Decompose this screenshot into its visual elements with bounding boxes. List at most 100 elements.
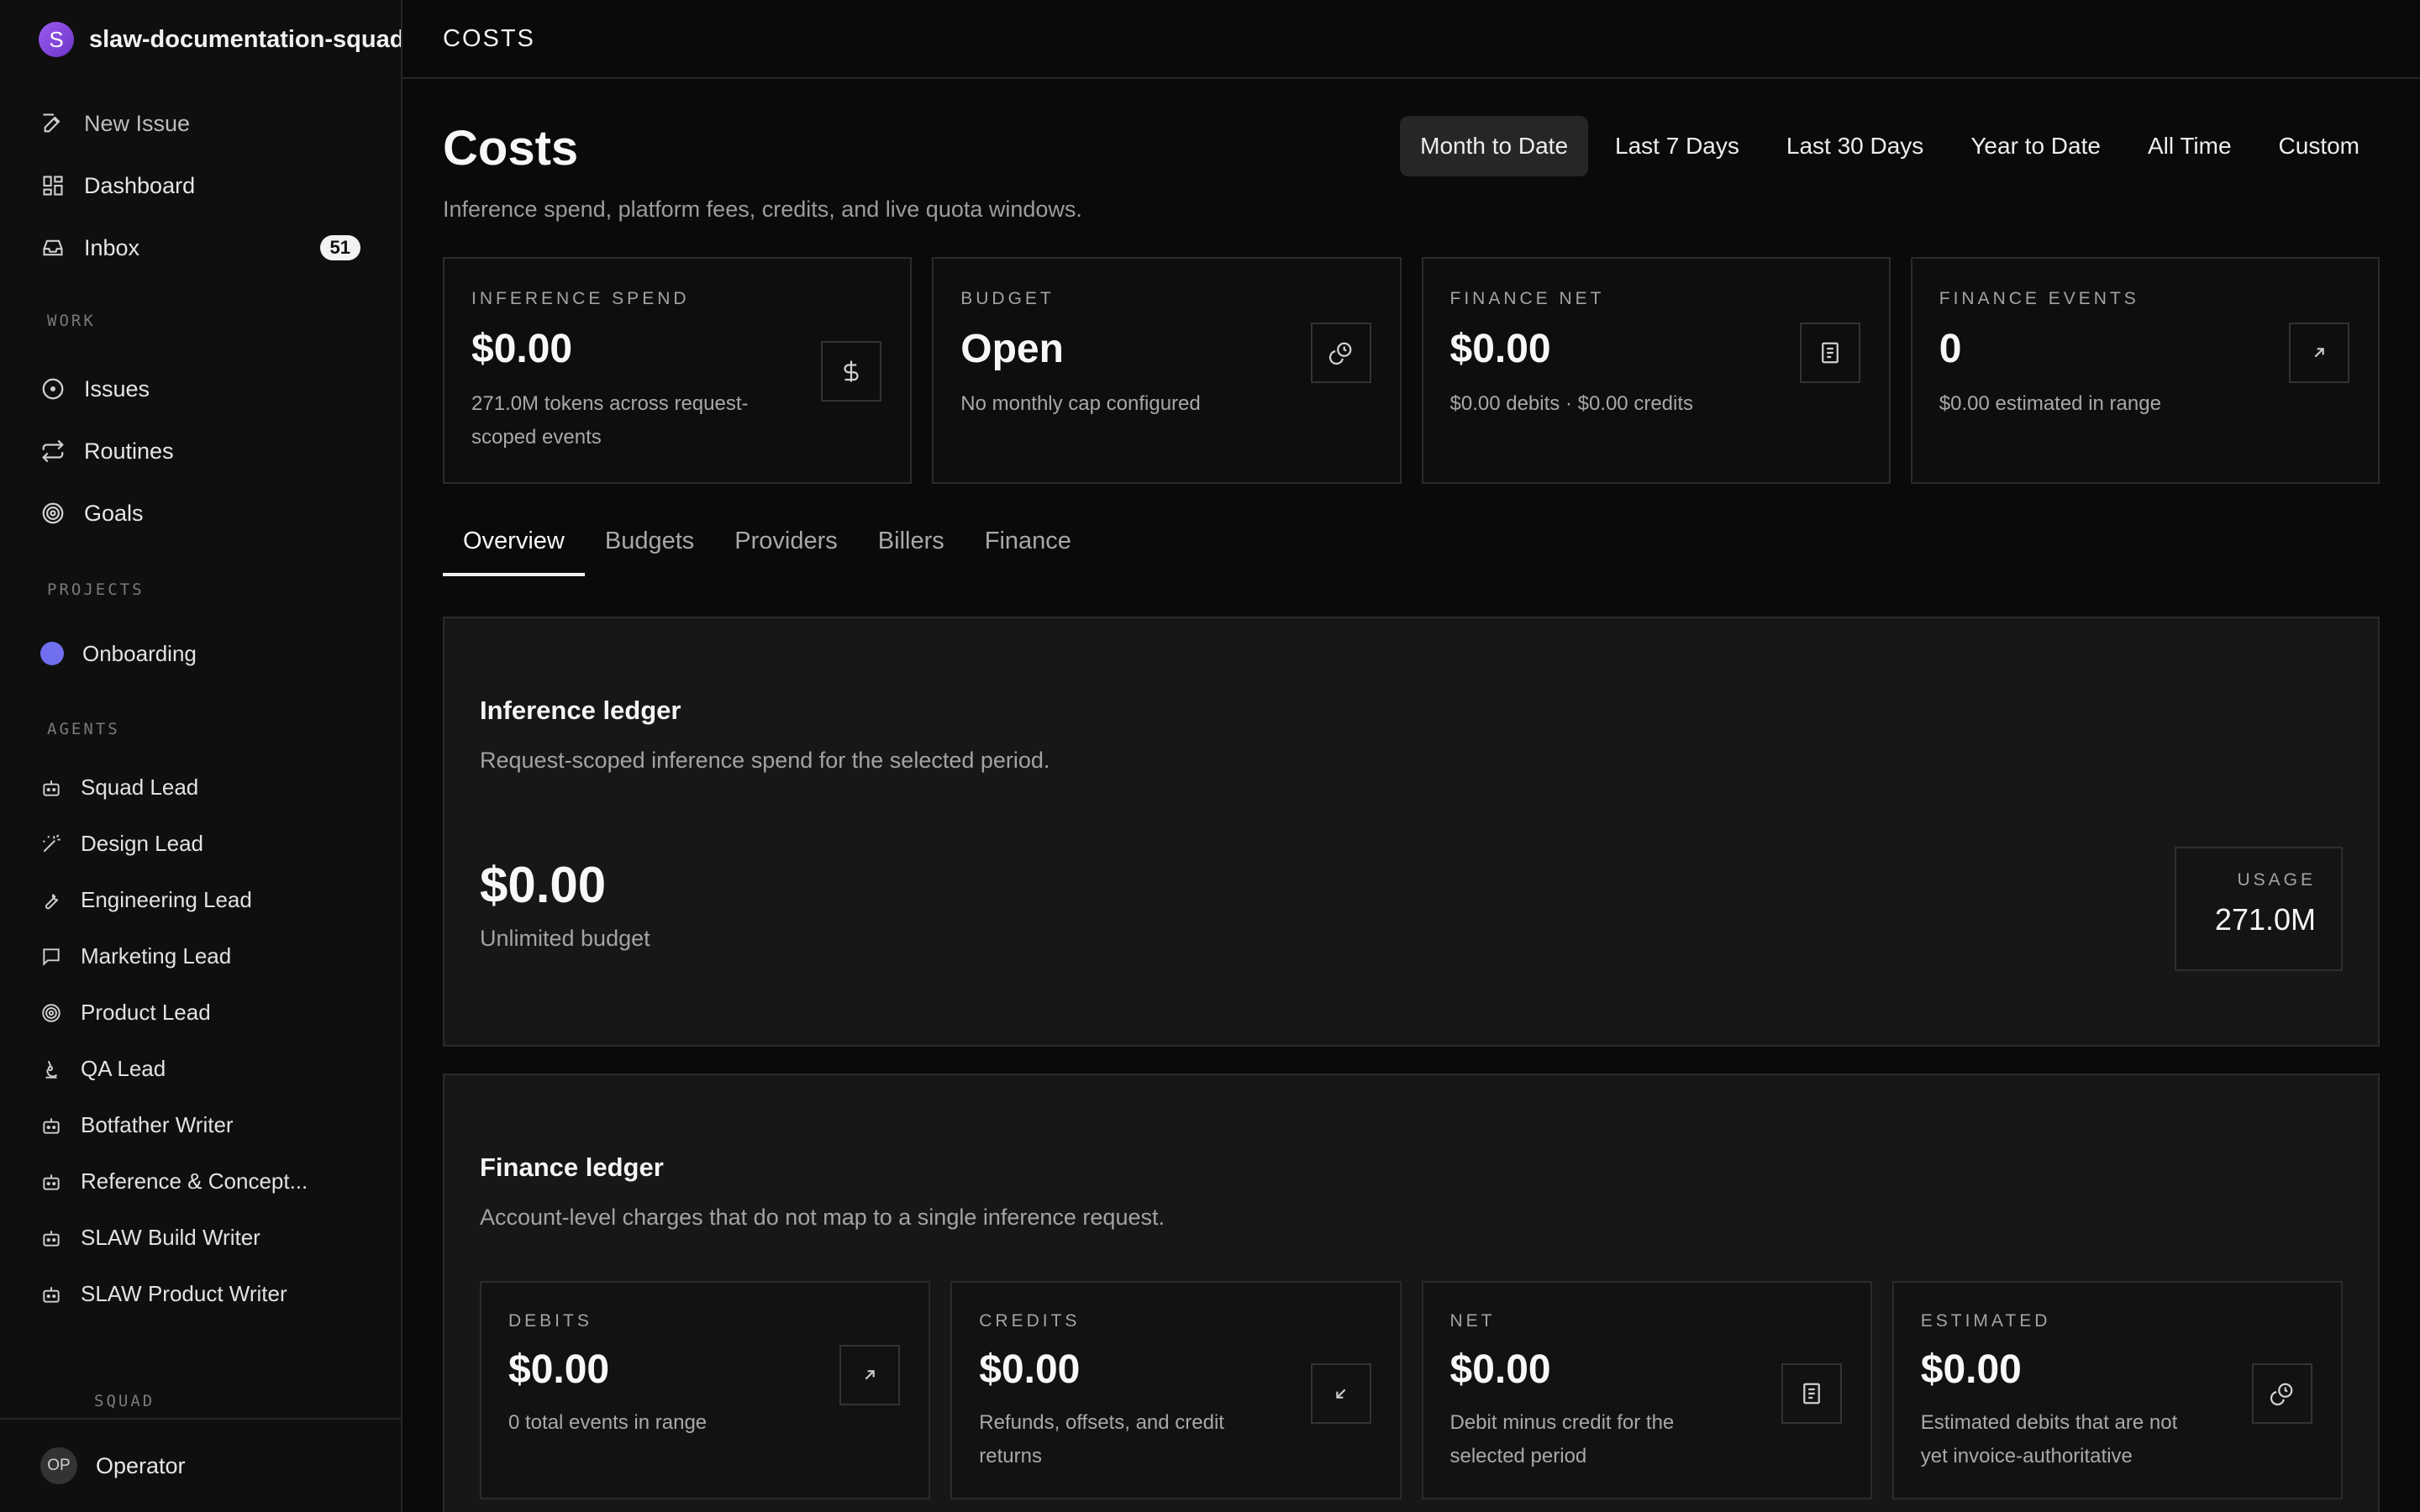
- finance-card-credits: CREDITS $0.00 Refunds, offsets, and cred…: [950, 1281, 1402, 1499]
- nav-label: New Issue: [84, 110, 191, 136]
- stat-label: DEBITS: [508, 1311, 592, 1331]
- agent-label: SLAW Build Writer: [81, 1225, 260, 1250]
- arrow-up-right-icon: [2289, 323, 2349, 383]
- agent-item[interactable]: SLAW Build Writer: [0, 1210, 401, 1266]
- repeat-icon: [40, 438, 66, 464]
- page-subtitle: Inference spend, platform fees, credits,…: [443, 196, 1082, 222]
- panel-title: Finance ledger: [480, 1152, 664, 1182]
- bot-icon: [40, 1227, 62, 1249]
- bot-icon: [40, 1284, 62, 1305]
- stat-label: BUDGET: [960, 289, 1055, 308]
- stat-description: No monthly cap configured: [960, 392, 1201, 415]
- tab-budgets[interactable]: Budgets: [585, 528, 714, 576]
- inference-ledger-panel: Inference ledger Request-scoped inferenc…: [443, 617, 2380, 1047]
- nav-item-issues[interactable]: Issues: [0, 358, 401, 420]
- user-name: Operator: [96, 1452, 186, 1478]
- grid-icon: [40, 173, 66, 198]
- nav-label: Goals: [84, 500, 144, 526]
- stat-label: INFERENCE SPEND: [471, 289, 690, 308]
- new-issue-button[interactable]: New Issue: [0, 92, 401, 155]
- receipt-icon: [1799, 323, 1860, 383]
- bot-icon: [40, 1115, 62, 1137]
- breadcrumb-title: COSTS: [443, 24, 535, 52]
- finance-ledger-panel: Finance ledger Account-level charges tha…: [443, 1074, 2380, 1512]
- tab-finance[interactable]: Finance: [965, 528, 1092, 576]
- primary-nav: New Issue Dashboard Inbox 51: [0, 92, 401, 279]
- stat-description: $0.00 debits · $0.00 credits: [1449, 392, 1694, 415]
- inbox-count-badge: 51: [319, 235, 360, 260]
- page-title: Costs: [443, 121, 579, 176]
- range-month-to-date[interactable]: Month to Date: [1400, 116, 1589, 176]
- nav-item-goals[interactable]: Goals: [0, 482, 401, 544]
- nav-item-dashboard[interactable]: Dashboard: [0, 155, 401, 217]
- agent-label: Engineering Lead: [81, 887, 252, 912]
- agent-label: Reference & Concept...: [81, 1168, 308, 1194]
- inbox-icon: [40, 235, 66, 260]
- stat-description: 271.0M tokens across request-scoped even…: [471, 392, 749, 449]
- agent-label: Squad Lead: [81, 774, 199, 800]
- stat-description: $0.00 estimated in range: [1939, 392, 2161, 415]
- org-logo: S: [39, 22, 74, 57]
- tab-billers[interactable]: Billers: [858, 528, 965, 576]
- sidebar: S slaw-documentation-squad New Issue Das…: [0, 0, 402, 1512]
- nav-item-routines[interactable]: Routines: [0, 420, 401, 482]
- target-icon: [40, 501, 66, 526]
- panel-subtitle: Account-level charges that do not map to…: [480, 1205, 1165, 1230]
- finance-card-estimated: ESTIMATED $0.00 Estimated debits that ar…: [1891, 1281, 2343, 1499]
- breadcrumb: COSTS: [402, 0, 2420, 79]
- agent-label: Design Lead: [81, 831, 203, 856]
- agent-item[interactable]: Marketing Lead: [0, 928, 401, 984]
- agent-label: Marketing Lead: [81, 943, 232, 969]
- finance-card-debits: DEBITS $0.00 0 total events in range: [480, 1281, 931, 1499]
- agent-label: Botfather Writer: [81, 1112, 234, 1137]
- stat-description: Refunds, offsets, and credit returns: [979, 1411, 1224, 1467]
- agent-item[interactable]: Design Lead: [0, 816, 401, 872]
- range-custom[interactable]: Custom: [2259, 116, 2380, 176]
- project-item-onboarding[interactable]: Onboarding: [0, 623, 401, 684]
- nav-label: Inbox: [84, 234, 140, 260]
- edit-icon: [40, 111, 66, 136]
- agent-item[interactable]: Squad Lead: [0, 759, 401, 816]
- coins-icon: [2252, 1363, 2312, 1424]
- user-menu[interactable]: OP Operator: [0, 1418, 401, 1512]
- stat-card-finance-events: FINANCE EVENTS 0 $0.00 estimated in rang…: [1910, 257, 2380, 484]
- agent-label: QA Lead: [81, 1056, 166, 1081]
- project-label: Onboarding: [82, 640, 197, 666]
- stat-label: NET: [1449, 1311, 1496, 1331]
- stat-label: FINANCE NET: [1449, 289, 1605, 308]
- range-year-to-date[interactable]: Year to Date: [1950, 116, 2121, 176]
- page-header: Costs Inference spend, platform fees, cr…: [443, 116, 2380, 227]
- panel-title: Inference ledger: [480, 696, 681, 725]
- stat-card-finance-net: FINANCE NET $0.00 $0.00 debits · $0.00 c…: [1421, 257, 1891, 484]
- nav-item-inbox[interactable]: Inbox 51: [0, 217, 401, 279]
- range-all-time[interactable]: All Time: [2128, 116, 2252, 176]
- stat-label: CREDITS: [979, 1311, 1081, 1331]
- tab-providers[interactable]: Providers: [714, 528, 858, 576]
- range-last-30-days[interactable]: Last 30 Days: [1766, 116, 1944, 176]
- agent-item[interactable]: QA Lead: [0, 1041, 401, 1097]
- range-last-7-days[interactable]: Last 7 Days: [1595, 116, 1760, 176]
- agent-item[interactable]: Product Lead: [0, 984, 401, 1041]
- message-icon: [40, 946, 62, 968]
- finance-card-net: NET $0.00 Debit minus credit for the sel…: [1421, 1281, 1872, 1499]
- stat-label: FINANCE EVENTS: [1939, 289, 2139, 308]
- usage-value: 271.0M: [2214, 902, 2316, 937]
- bot-icon: [40, 777, 62, 799]
- date-range-selector: Month to Date Last 7 Days Last 30 Days Y…: [1400, 116, 2380, 176]
- nav-label: Routines: [84, 438, 174, 464]
- panel-subtitle: Request-scoped inference spend for the s…: [480, 748, 1050, 773]
- tab-overview[interactable]: Overview: [443, 528, 585, 576]
- agent-item[interactable]: SLAW Product Writer: [0, 1266, 401, 1322]
- usage-label: USAGE: [2237, 870, 2316, 890]
- dollar-icon: [821, 341, 882, 402]
- stat-label: ESTIMATED: [1920, 1311, 2051, 1331]
- agent-item[interactable]: Reference & Concept...: [0, 1153, 401, 1210]
- circle-dot-icon: [40, 376, 66, 402]
- costs-content: Costs Inference spend, platform fees, cr…: [402, 79, 2420, 1512]
- agent-item[interactable]: Engineering Lead: [0, 872, 401, 928]
- agent-item[interactable]: Botfather Writer: [0, 1097, 401, 1153]
- org-switcher[interactable]: S slaw-documentation-squad: [0, 0, 401, 79]
- section-label-agents: AGENTS: [47, 720, 120, 738]
- finance-cards: DEBITS $0.00 0 total events in range CRE…: [480, 1281, 2343, 1499]
- wand-icon: [40, 833, 62, 855]
